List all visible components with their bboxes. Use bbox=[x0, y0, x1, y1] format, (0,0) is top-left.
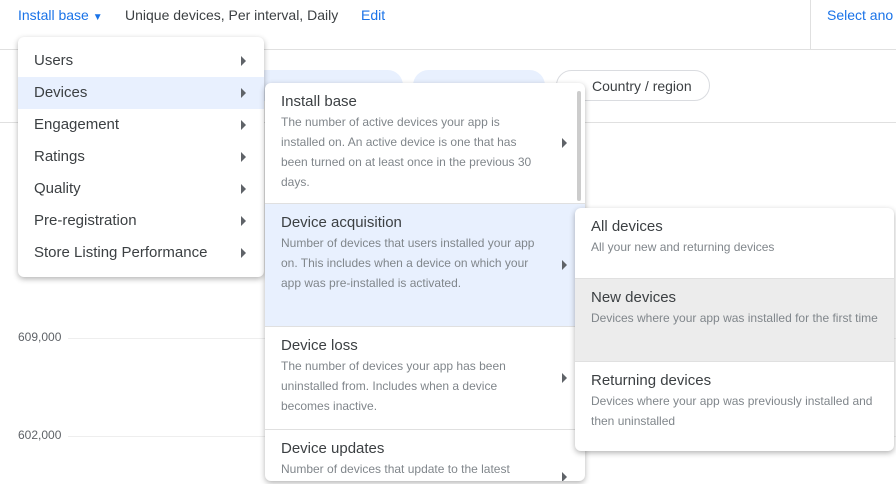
metric-summary: Unique devices, Per interval, Daily bbox=[125, 7, 339, 23]
device-acquisition-submenu: All devices All your new and returning de… bbox=[575, 208, 894, 451]
menu-item-device-loss[interactable]: Device loss The number of devices your ap… bbox=[265, 327, 585, 430]
menu-item-title: Device updates bbox=[281, 440, 385, 457]
chevron-right-icon bbox=[241, 184, 246, 194]
chevron-right-icon bbox=[241, 248, 246, 258]
menu-item-new-devices[interactable]: New devices Devices where your app was in… bbox=[575, 279, 894, 362]
menu-item-desc: Devices where your app was installed for… bbox=[591, 311, 878, 325]
menu-item-device-updates[interactable]: Device updates Number of devices that upd… bbox=[265, 430, 585, 481]
chevron-right-icon bbox=[562, 260, 567, 270]
menu-item-returning-devices[interactable]: Returning devices Devices where your app … bbox=[575, 362, 894, 451]
y-tick: 602,000 bbox=[18, 428, 62, 442]
chevron-right-icon bbox=[241, 56, 246, 66]
menu-item-install-base[interactable]: Install base The number of active devices… bbox=[265, 83, 585, 204]
chevron-right-icon bbox=[562, 472, 567, 481]
metric-label: Install base bbox=[18, 7, 89, 23]
menu-item-pre-registration[interactable]: Pre-registration bbox=[18, 205, 264, 237]
menu-item-label: Devices bbox=[34, 84, 88, 101]
menu-item-quality[interactable]: Quality bbox=[18, 173, 264, 205]
chevron-right-icon bbox=[562, 373, 567, 383]
menu-item-desc: The number of active devices your app is… bbox=[281, 115, 532, 189]
metric-dropdown[interactable]: Install base ▼ bbox=[18, 7, 103, 23]
chevron-right-icon bbox=[241, 216, 246, 226]
divider bbox=[810, 0, 811, 50]
menu-item-users[interactable]: Users bbox=[18, 45, 264, 77]
select-another-link[interactable]: Select ano bbox=[827, 7, 893, 23]
menu-item-device-acquisition[interactable]: Device acquisition Number of devices that… bbox=[265, 204, 585, 327]
chevron-right-icon bbox=[241, 88, 246, 98]
menu-item-desc: All your new and returning devices bbox=[591, 240, 775, 254]
menu-item-engagement[interactable]: Engagement bbox=[18, 109, 264, 141]
devices-submenu: Install base The number of active devices… bbox=[265, 83, 585, 481]
menu-item-label: Users bbox=[34, 52, 74, 69]
menu-item-desc: Number of devices that update to the lat… bbox=[281, 462, 510, 476]
menu-item-label: Pre-registration bbox=[34, 212, 137, 229]
metric-category-menu: Users Devices Engagement Ratings Quality… bbox=[18, 37, 264, 277]
menu-item-label: Store Listing Performance bbox=[34, 244, 208, 261]
caret-down-icon: ▼ bbox=[92, 12, 103, 23]
chevron-right-icon bbox=[241, 152, 246, 162]
chevron-right-icon bbox=[241, 120, 246, 130]
menu-item-title: Install base bbox=[281, 93, 357, 110]
menu-item-desc: Devices where your app was previously in… bbox=[591, 394, 873, 428]
menu-item-label: Quality bbox=[34, 180, 81, 197]
menu-item-devices[interactable]: Devices bbox=[18, 77, 264, 109]
menu-item-desc: Number of devices that users installed y… bbox=[281, 236, 535, 290]
menu-item-desc: The number of devices your app has been … bbox=[281, 359, 506, 413]
y-tick: 609,000 bbox=[18, 330, 62, 344]
chevron-right-icon bbox=[562, 138, 567, 148]
menu-item-title: All devices bbox=[591, 218, 663, 235]
menu-item-store-listing-performance[interactable]: Store Listing Performance bbox=[18, 237, 264, 269]
menu-item-label: Ratings bbox=[34, 148, 85, 165]
menu-item-title: New devices bbox=[591, 289, 677, 306]
menu-item-ratings[interactable]: Ratings bbox=[18, 141, 264, 173]
menu-item-all-devices[interactable]: All devices All your new and returning de… bbox=[575, 208, 894, 279]
menu-item-label: Engagement bbox=[34, 116, 120, 133]
edit-link[interactable]: Edit bbox=[361, 7, 385, 23]
menu-item-title: Device acquisition bbox=[281, 214, 402, 231]
menu-item-title: Device loss bbox=[281, 337, 358, 354]
menu-item-title: Returning devices bbox=[591, 372, 712, 389]
